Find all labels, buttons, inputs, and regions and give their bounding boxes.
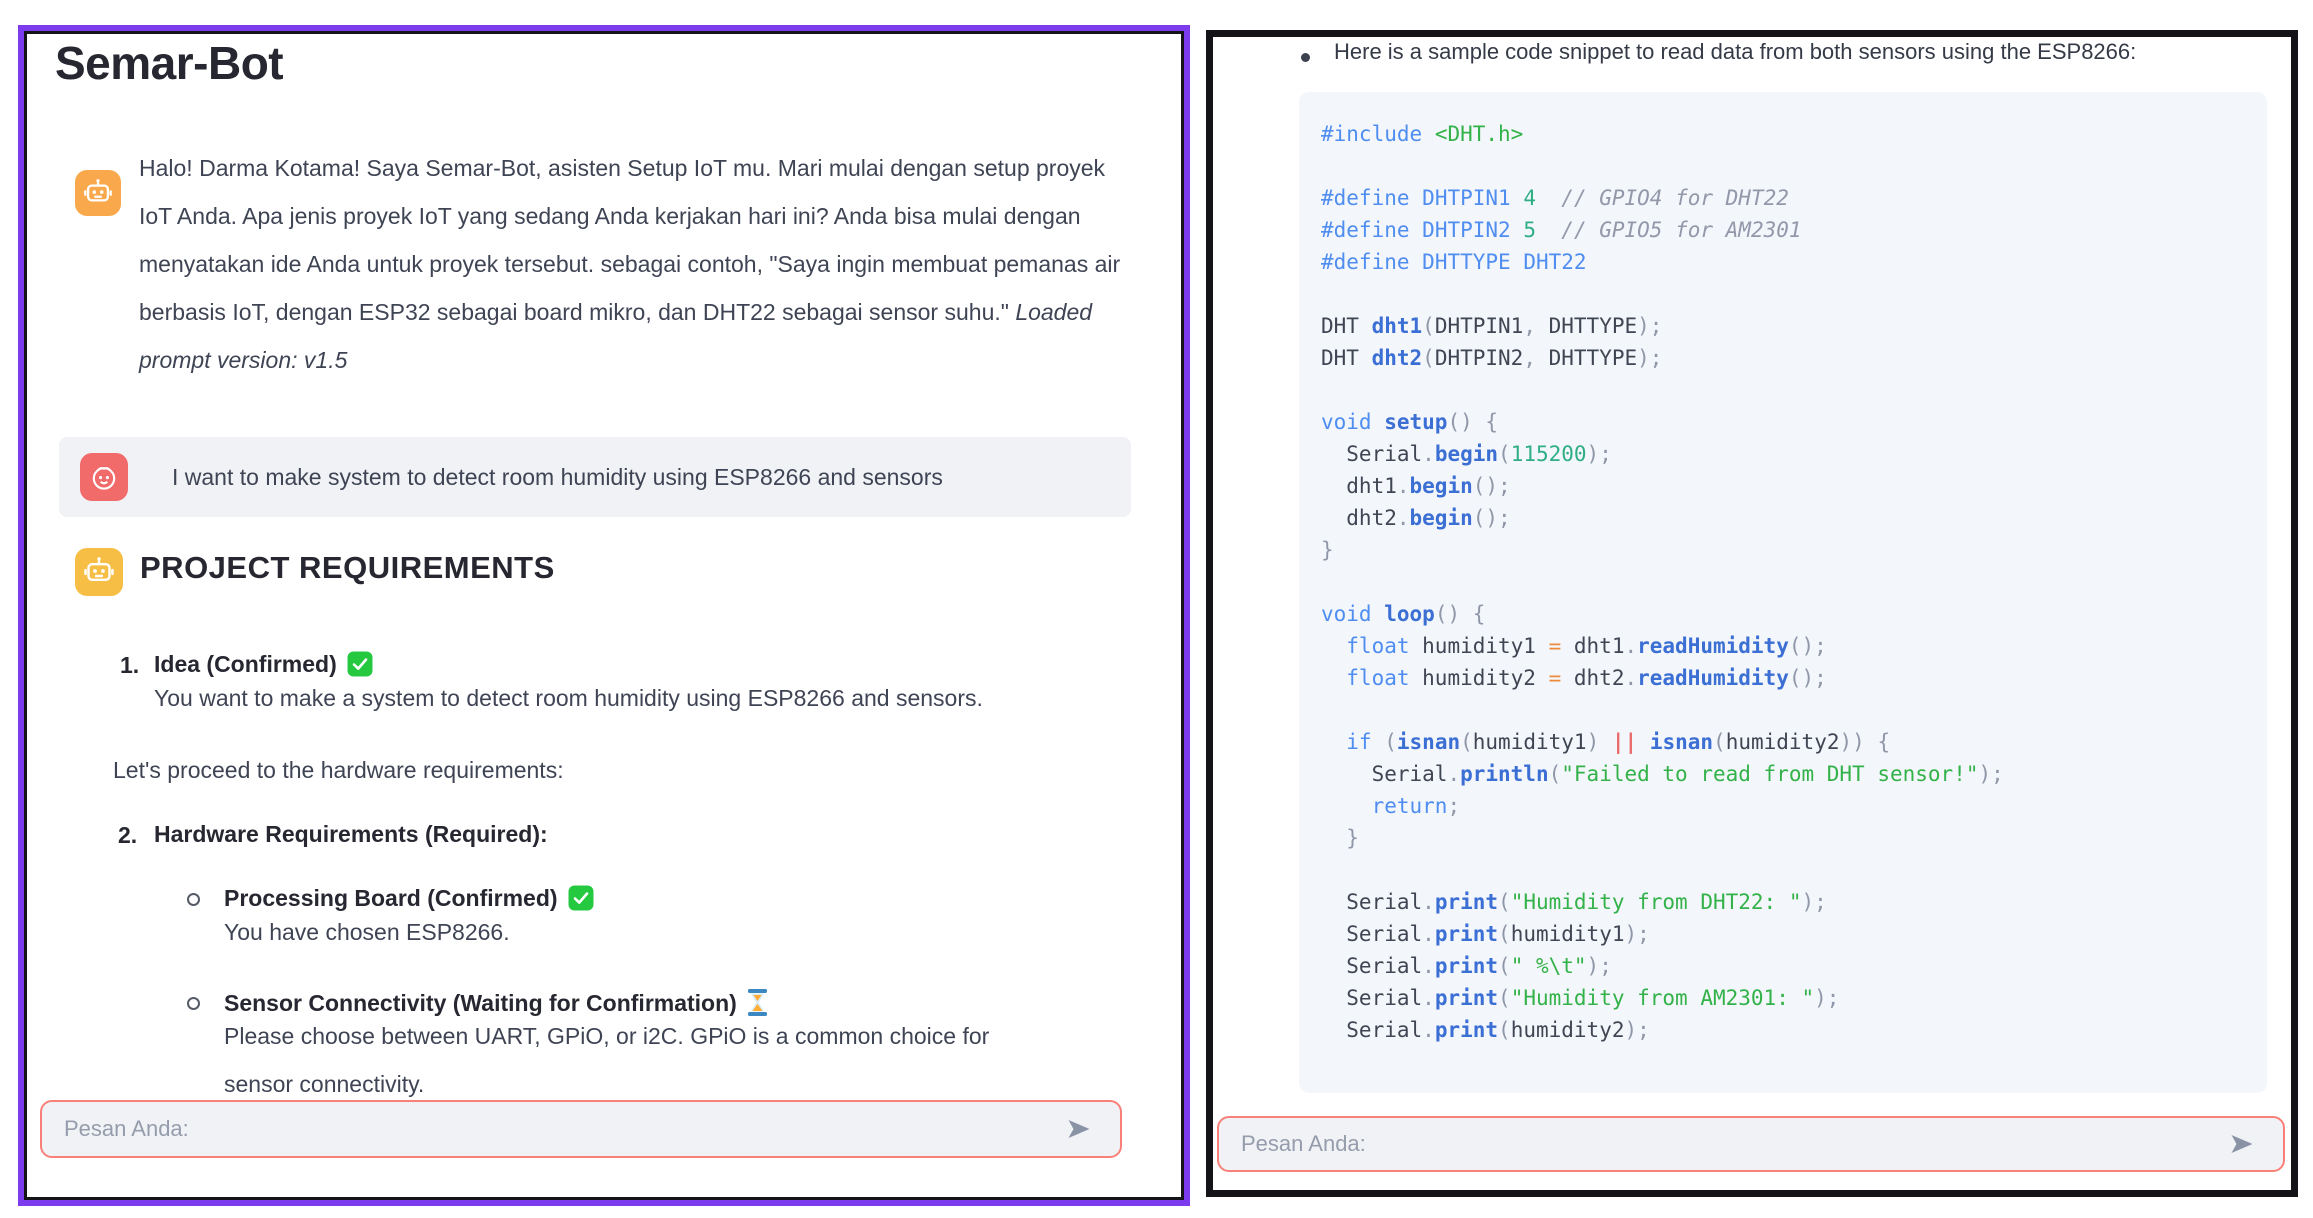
requirement-item-idea-body: You want to make a system to detect room… bbox=[154, 685, 983, 711]
code-line: dht1.begin(); bbox=[1321, 474, 1511, 498]
user-message: I want to make system to detect room hum… bbox=[59, 437, 1131, 517]
left-chat-panel: Semar-Bot Halo! Darma Kotama! Saya Semar… bbox=[18, 25, 1190, 1206]
sub-bullet-icon bbox=[187, 893, 200, 906]
code-line: DHT dht1(DHTPIN1, DHTTYPE); bbox=[1321, 314, 1663, 338]
requirement-item-hardware: Hardware Requirements (Required): bbox=[154, 821, 548, 847]
code-line: } bbox=[1321, 538, 1334, 562]
bullet-icon bbox=[1301, 53, 1310, 62]
assistant-message-text: Halo! Darma Kotama! Saya Semar-Bot, asis… bbox=[139, 155, 1121, 325]
code-line: return; bbox=[1321, 794, 1461, 818]
user-avatar-icon bbox=[80, 453, 128, 501]
code-line: #define DHTPIN1 4 // GPIO4 for DHT22 bbox=[1321, 186, 1789, 210]
code-line: Serial.print("Humidity from AM2301: "); bbox=[1321, 986, 1840, 1010]
list-number-1: 1. bbox=[120, 652, 140, 678]
user-message-text: I want to make system to detect room hum… bbox=[172, 463, 943, 490]
right-chat-panel: Here is a sample code snippet to read da… bbox=[1206, 30, 2298, 1197]
code-line: void loop() { bbox=[1321, 602, 1486, 626]
right-chat-panel-content: Here is a sample code snippet to read da… bbox=[1213, 37, 2291, 1190]
send-button[interactable] bbox=[2217, 1131, 2283, 1157]
sub-bullet-icon bbox=[187, 997, 200, 1010]
sub-item-sensor-connectivity-body: Please choose between UART, GPiO, or i2C… bbox=[224, 1023, 990, 1097]
robot-avatar-icon bbox=[75, 548, 123, 596]
code-line: Serial.println("Failed to read from DHT … bbox=[1321, 762, 2004, 786]
interlude-text: Let's proceed to the hardware requiremen… bbox=[113, 757, 564, 783]
code-line: float humidity1 = dht1.readHumidity(); bbox=[1321, 634, 1827, 658]
chat-input bbox=[1217, 1116, 2285, 1172]
code-line: #define DHTPIN2 5 // GPIO5 for AM2301 bbox=[1321, 218, 1802, 242]
message-input[interactable] bbox=[42, 1116, 1054, 1142]
send-icon bbox=[1068, 1120, 1090, 1138]
page-title: Semar-Bot bbox=[55, 37, 284, 89]
code-line: void setup() { bbox=[1321, 410, 1499, 434]
code-line: } bbox=[1321, 826, 1359, 850]
chat-input bbox=[40, 1100, 1122, 1158]
code-line: Serial.print(" %\t"); bbox=[1321, 954, 1612, 978]
code-block: #include <DHT.h> #define DHTPIN1 4 // GP… bbox=[1299, 92, 2267, 1093]
code-line: dht2.begin(); bbox=[1321, 506, 1511, 530]
code-line: Serial.begin(115200); bbox=[1321, 442, 1612, 466]
code-line: #define DHTTYPE DHT22 bbox=[1321, 250, 1587, 274]
code-line: Serial.print(humidity2); bbox=[1321, 1018, 1650, 1042]
code-block-lines: #include <DHT.h> #define DHTPIN1 4 // GP… bbox=[1321, 118, 2245, 1046]
sub-item-processing-board-body: You have chosen ESP8266. bbox=[224, 919, 510, 945]
section-heading: PROJECT REQUIREMENTS bbox=[140, 550, 555, 585]
sample-code-intro: Here is a sample code snippet to read da… bbox=[1334, 39, 2137, 64]
code-line: Serial.print("Humidity from DHT22: "); bbox=[1321, 890, 1827, 914]
left-chat-panel-content: Semar-Bot Halo! Darma Kotama! Saya Semar… bbox=[24, 31, 1184, 1200]
robot-avatar-icon bbox=[75, 170, 121, 216]
code-line: if (isnan(humidity1) || isnan(humidity2)… bbox=[1321, 730, 1891, 754]
message-input[interactable] bbox=[1219, 1131, 2217, 1157]
assistant-message: Halo! Darma Kotama! Saya Semar-Bot, asis… bbox=[139, 144, 1131, 384]
list-number-2: 2. bbox=[118, 822, 138, 848]
send-icon bbox=[2231, 1135, 2253, 1153]
code-line: #include <DHT.h> bbox=[1321, 122, 1524, 146]
code-line: float humidity2 = dht2.readHumidity(); bbox=[1321, 666, 1827, 690]
send-button[interactable] bbox=[1054, 1116, 1120, 1142]
code-line: Serial.print(humidity1); bbox=[1321, 922, 1650, 946]
code-line: DHT dht2(DHTPIN2, DHTTYPE); bbox=[1321, 346, 1663, 370]
